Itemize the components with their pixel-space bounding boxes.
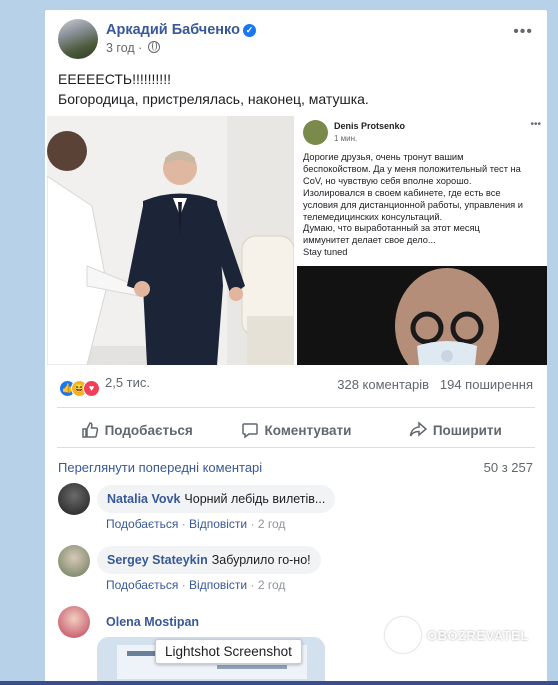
comments-count[interactable]: 328 коментарів bbox=[337, 377, 429, 392]
screenshot-text-line: беспокойством. Да у меня положительный т… bbox=[303, 163, 521, 174]
post-text-line: ЕЕЕЕЕСТЬ!!!!!!!!!! bbox=[58, 71, 171, 87]
screenshot-text-line: Думаю, что выработанный за этот месяц bbox=[303, 223, 480, 234]
screenshot-text-line: Stay tuned bbox=[303, 247, 348, 258]
post-meta: 3 год · bbox=[106, 41, 160, 55]
separator: · bbox=[250, 578, 255, 592]
bottom-bar bbox=[0, 681, 558, 685]
post-actions: Подобається Коментувати Поширити bbox=[57, 413, 535, 447]
divider bbox=[57, 407, 535, 408]
share-icon bbox=[409, 421, 427, 437]
watermark-logo-icon bbox=[385, 617, 421, 653]
screenshot-portrait bbox=[297, 266, 547, 365]
share-button-label: Поширити bbox=[432, 422, 502, 438]
post-text: ЕЕЕЕЕСТЬ!!!!!!!!!! Богородица, пристреля… bbox=[58, 69, 369, 109]
view-previous-comments-link[interactable]: Переглянути попередні коментарі bbox=[58, 460, 262, 475]
reactions-count[interactable]: 2,5 тис. bbox=[105, 375, 150, 390]
post-menu-icon[interactable]: ••• bbox=[513, 23, 533, 41]
screenshot-avatar bbox=[303, 120, 328, 145]
divider bbox=[57, 447, 535, 448]
comment-text: Забурлило го-но! bbox=[211, 553, 311, 567]
comment-time[interactable]: 2 год bbox=[258, 578, 286, 592]
comment-like-link[interactable]: Подобається bbox=[106, 517, 178, 531]
post-card: Аркадий Бабченко ✓ 3 год · ••• ЕЕЕЕЕСТЬ!!… bbox=[45, 10, 547, 685]
screenshot-text-line: иммунитет делает свое дело... bbox=[303, 235, 436, 246]
like-button-label: Подобається bbox=[104, 422, 193, 438]
globe-icon bbox=[147, 41, 160, 53]
comment-like-link[interactable]: Подобається bbox=[106, 578, 178, 592]
comment-button-label: Коментувати bbox=[264, 422, 352, 438]
comment-author[interactable]: Natalia Vovk bbox=[107, 492, 180, 506]
comment-actions: Подобається · Відповісти · 2 год bbox=[106, 517, 285, 531]
lightshot-tooltip: Lightshot Screenshot bbox=[155, 639, 302, 664]
reactions-summary[interactable]: 👍😆 ♥ 2,5 тис. bbox=[59, 375, 150, 397]
comment-author[interactable]: Olena Mostipan bbox=[106, 615, 199, 629]
comment-actions: Подобається · Відповісти · 2 год bbox=[106, 578, 285, 592]
shares-count[interactable]: 194 поширення bbox=[440, 377, 533, 392]
verified-badge-icon: ✓ bbox=[242, 24, 256, 37]
like-button[interactable]: Подобається bbox=[57, 413, 216, 447]
comments-pager: 50 з 257 bbox=[483, 460, 533, 475]
comment-avatar[interactable] bbox=[58, 545, 90, 577]
post-photo-screenshot[interactable]: Denis Protsenko 1 мин. ••• Дорогие друзь… bbox=[297, 116, 547, 365]
comment-button[interactable]: Коментувати bbox=[216, 413, 375, 447]
post-text-line: Богородица, пристрелялась, наконец, мату… bbox=[58, 91, 369, 107]
screenshot-author-name: Denis Protsenko bbox=[334, 121, 406, 131]
post-photo-meeting[interactable] bbox=[47, 116, 294, 365]
thumbs-up-icon bbox=[81, 422, 98, 438]
comment-avatar[interactable] bbox=[58, 606, 90, 638]
screenshot-text-line: условия для дистанционной работы, управл… bbox=[303, 199, 523, 210]
comment-time[interactable]: 2 год bbox=[258, 517, 286, 531]
post-counts: 328 коментарів 194 поширення bbox=[337, 377, 533, 392]
screenshot-text-line: телемедицинских консультаций. bbox=[303, 211, 443, 222]
screenshot-text-line: Изолировался в своем кабинете, где есть … bbox=[303, 187, 501, 198]
separator: · bbox=[181, 578, 186, 592]
screenshot-time: 1 мин. bbox=[334, 134, 358, 143]
comment-reply-link[interactable]: Відповісти bbox=[189, 578, 247, 592]
screenshot-menu-icon: ••• bbox=[530, 119, 541, 130]
screenshot-text: Дорогие друзья, очень тронут вашим беспо… bbox=[303, 152, 539, 259]
obozrevatel-watermark: OBOZREVATEL bbox=[385, 617, 529, 653]
share-button[interactable]: Поширити bbox=[376, 413, 535, 447]
comment-bubble: Sergey Stateykin Забурлило го-но! bbox=[97, 546, 321, 574]
love-reaction-icon: ♥ bbox=[83, 380, 100, 397]
watermark-text: OBOZREVATEL bbox=[427, 627, 529, 643]
meeting-photo-illustration bbox=[47, 116, 294, 365]
author-name-row: Аркадий Бабченко ✓ bbox=[106, 22, 256, 38]
author-avatar[interactable] bbox=[58, 19, 98, 59]
screenshot-text-line: Дорогие друзья, очень тронут вашим bbox=[303, 152, 464, 162]
comment-text: Чорний лебідь вилетів... bbox=[184, 492, 326, 506]
comment-avatar[interactable] bbox=[58, 483, 90, 515]
post-time[interactable]: 3 год bbox=[106, 41, 135, 55]
comment-icon bbox=[241, 423, 258, 439]
comment-bubble: Natalia Vovk Чорний лебідь вилетів... bbox=[97, 485, 336, 513]
separator: · bbox=[181, 517, 186, 531]
separator: · bbox=[250, 517, 255, 531]
portrait-illustration bbox=[297, 266, 547, 365]
comment-reply-link[interactable]: Відповісти bbox=[189, 517, 247, 531]
comment-author[interactable]: Sergey Stateykin bbox=[107, 553, 208, 567]
screenshot-text-line: CoV, но чувствую себя вполне хорошо. bbox=[303, 175, 472, 186]
author-name[interactable]: Аркадий Бабченко bbox=[106, 22, 240, 38]
